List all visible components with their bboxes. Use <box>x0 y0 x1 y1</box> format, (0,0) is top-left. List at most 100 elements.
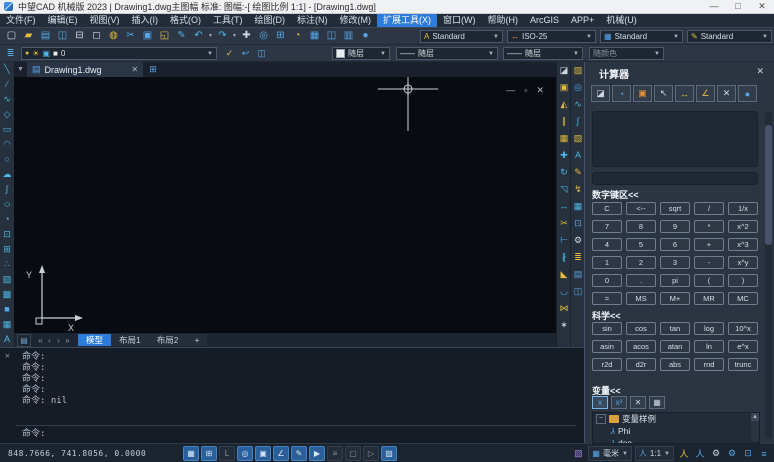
point-style-icon[interactable]: ● <box>357 28 374 44</box>
menu-item[interactable]: 扩展工具(X) <box>377 14 437 27</box>
menu-item[interactable]: 编辑(E) <box>42 14 84 27</box>
layout-nav-icon[interactable]: ‹ <box>45 336 54 345</box>
model-space-icon[interactable]: ▦ <box>183 446 199 461</box>
menu-item[interactable]: APP+ <box>565 14 600 27</box>
edit-variable-icon[interactable]: x² <box>611 396 627 409</box>
zoom-previous-icon[interactable]: ◔ <box>289 28 306 44</box>
chamfer-icon[interactable]: ◣ <box>558 266 571 283</box>
chevron-down-icon[interactable]: ▼ <box>377 51 386 57</box>
region-icon[interactable]: ■ <box>1 302 14 317</box>
tab-close-icon[interactable]: ✕ <box>131 65 138 74</box>
chevron-down-icon[interactable]: ▼ <box>651 51 660 57</box>
maximize-button[interactable]: □ <box>726 0 750 13</box>
layout-tab[interactable]: 布局2 <box>149 334 187 346</box>
calc-key[interactable]: MC <box>728 292 758 305</box>
calc-key[interactable]: / <box>694 202 724 215</box>
view-close-icon[interactable]: ✕ <box>536 85 544 96</box>
table-icon[interactable]: ▦ <box>1 317 14 332</box>
menu-item[interactable]: 插入(I) <box>126 14 165 27</box>
auto-annotation-scale-icon[interactable]: 人 <box>693 447 707 460</box>
clear-icon[interactable]: ◪ <box>591 85 610 102</box>
view-restore-icon[interactable]: ▫ <box>524 85 527 96</box>
calc-sci-key[interactable]: ln <box>694 340 724 353</box>
annotation-scale-selector[interactable]: 人 1:1 ▼ <box>635 446 674 461</box>
tree-variable-row[interactable]: λ dee <box>593 437 759 444</box>
fillet-icon[interactable]: ◡ <box>558 283 571 300</box>
redo-icon[interactable]: ↷ <box>214 28 231 44</box>
layer-manager-icon[interactable]: ≣ <box>572 249 585 266</box>
polygon-icon[interactable]: ◇ <box>1 107 14 122</box>
drawing-canvas[interactable]: — ▫ ✕ Y X <box>14 77 556 333</box>
calc-key[interactable]: x^3 <box>728 238 758 251</box>
break-icon[interactable]: ∦ <box>558 249 571 266</box>
rotate-icon[interactable]: ↻ <box>558 164 571 181</box>
angle-icon[interactable]: ∠ <box>696 85 715 102</box>
stretch-icon[interactable]: ↔ <box>558 198 571 215</box>
history-icon[interactable]: ◔ <box>612 85 631 102</box>
chevron-down-icon[interactable]: ▼ <box>583 34 592 40</box>
explode-icon[interactable]: ✶ <box>558 317 571 334</box>
annotation-monitor-icon[interactable]: ▨ <box>381 446 397 461</box>
close-button[interactable]: ✕ <box>750 0 774 13</box>
selection-cycling-icon[interactable]: ▷ <box>363 446 379 461</box>
menu-icon[interactable]: ≡ <box>757 447 771 460</box>
calc-key[interactable]: C <box>592 202 622 215</box>
calc-sci-key[interactable]: d2r <box>626 358 656 371</box>
calc-key[interactable]: x^y <box>728 256 758 269</box>
calc-key[interactable]: 4 <box>592 238 622 251</box>
keypad-section-label[interactable]: 数字键区<< <box>592 188 639 201</box>
layer-previous-icon[interactable]: ↩ <box>238 46 253 60</box>
chevron-down-icon[interactable]: ▼ <box>204 51 213 57</box>
calc-key[interactable]: . <box>626 274 656 287</box>
array-icon[interactable]: ▦ <box>558 130 571 147</box>
panel-close-icon[interactable]: ✕ <box>756 66 764 77</box>
properties-icon[interactable]: ▥ <box>340 28 357 44</box>
calc-key[interactable]: 9 <box>660 220 690 233</box>
calc-key[interactable]: + <box>694 238 724 251</box>
chevron-down-icon[interactable]: ▼ <box>490 34 499 40</box>
redo-dropdown-icon[interactable]: ▾ <box>231 28 238 44</box>
layout-tab[interactable]: 模型 <box>78 334 111 346</box>
command-input[interactable]: 命令: <box>22 429 45 440</box>
layout-nav-icon[interactable]: » <box>63 336 72 345</box>
object-snap-icon[interactable]: ▣ <box>255 446 271 461</box>
command-close-icon[interactable]: ✕ <box>5 351 10 360</box>
chevron-down-icon[interactable]: ▼ <box>759 34 768 40</box>
undo-icon[interactable]: ↶ <box>190 28 207 44</box>
coordinates-readout[interactable]: 848.7666, 741.8056, 0.0000 <box>8 449 146 458</box>
calc-key[interactable]: 1/x <box>728 202 758 215</box>
calc-key[interactable]: MR <box>694 292 724 305</box>
new-tab-icon[interactable]: ⊞ <box>149 64 157 75</box>
calc-sci-key[interactable]: asin <box>592 340 622 353</box>
title-block-icon[interactable]: ▤ <box>572 266 585 283</box>
trim-icon[interactable]: ✂ <box>558 215 571 232</box>
calc-key[interactable]: 5 <box>626 238 656 251</box>
scroll-up-icon[interactable]: ▲ <box>751 413 759 421</box>
calc-sci-key[interactable]: r2d <box>592 358 622 371</box>
calc-key[interactable]: 7 <box>592 220 622 233</box>
menu-item[interactable]: 标注(N) <box>291 14 334 27</box>
scientific-section-label[interactable]: 科学<< <box>592 309 621 322</box>
layout-tab[interactable]: 布局1 <box>111 334 149 346</box>
menu-item[interactable]: 工具(T) <box>207 14 249 27</box>
menu-item[interactable]: 修改(M) <box>334 14 378 27</box>
publish-icon[interactable]: ◍ <box>105 28 122 44</box>
text-style-combo[interactable]: A Standard ▼ <box>420 30 503 43</box>
tree-folder-row[interactable]: − 变量样例 <box>593 413 759 425</box>
calc-key[interactable]: MS <box>626 292 656 305</box>
panel-scrollbar[interactable] <box>765 111 772 439</box>
calc-key[interactable]: 0 <box>592 274 622 287</box>
layout-nav-icon[interactable]: › <box>54 336 63 345</box>
dim-style-combo[interactable]: ↔ ISO-25 ▼ <box>507 30 596 43</box>
create-block-icon[interactable]: ⊞ <box>1 242 14 257</box>
calc-key[interactable]: ( <box>694 274 724 287</box>
calc-key[interactable]: 3 <box>660 256 690 269</box>
object-snap-tracking-icon[interactable]: ∠ <box>273 446 289 461</box>
tab-list-dropdown-icon[interactable]: ▼ <box>14 66 27 73</box>
calc-key[interactable]: = <box>592 292 622 305</box>
erase-icon[interactable]: ◪ <box>558 62 571 79</box>
transparency-icon[interactable]: ▢ <box>345 446 361 461</box>
grid-display-icon[interactable]: ▦ <box>306 28 323 44</box>
menu-item[interactable]: 格式(O) <box>164 14 207 27</box>
gradient-icon[interactable]: ▩ <box>1 287 14 302</box>
